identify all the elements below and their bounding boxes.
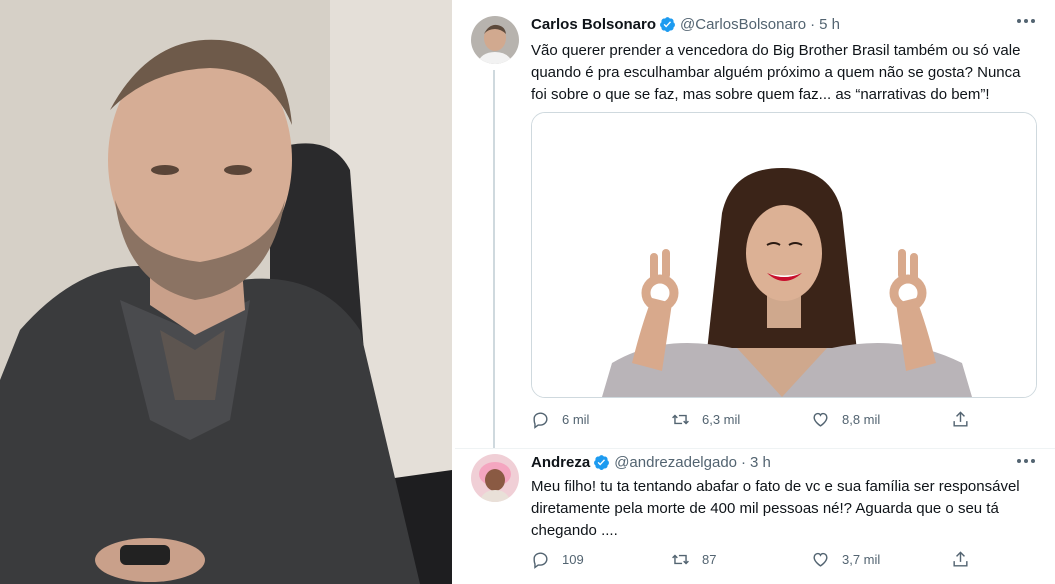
verified-badge-icon [659,16,676,33]
tweet-media-image[interactable] [531,112,1037,398]
tweet-feed: Carlos Bolsonaro @CarlosBolsonaro · 5 h … [455,0,1055,584]
like-count: 8,8 mil [842,412,881,427]
like-button[interactable]: 3,7 mil [811,550,901,569]
retweet-count: 6,3 mil [702,412,741,427]
tweet-time[interactable]: 3 h [750,454,771,471]
more-icon[interactable] [1015,14,1037,28]
retweet-icon [672,414,689,425]
tweet-actions: 109 87 3,7 mil [531,550,971,569]
verified-badge-icon [593,454,610,471]
reply-button[interactable]: 6 mil [531,410,621,429]
avatar-carlos-image [471,16,519,64]
retweet-icon [672,554,689,565]
thread-line [493,70,495,448]
retweet-button[interactable]: 87 [671,550,761,569]
author-name[interactable]: Carlos Bolsonaro [531,16,656,33]
tweet-header: Andreza @andrezadelgado · 3 h [531,454,771,471]
author-name[interactable]: Andreza [531,454,590,471]
separator-dot: · [741,454,747,471]
tweet-andreza[interactable]: Andreza @andrezadelgado · 3 h Meu filho!… [455,440,1055,584]
author-handle[interactable]: @CarlosBolsonaro [680,16,806,33]
tweet-time[interactable]: 5 h [819,16,840,33]
retweet-count: 87 [702,552,717,567]
share-button[interactable] [951,410,971,429]
reply-count: 109 [562,552,584,567]
photo-man-portrait [0,0,452,584]
retweet-button[interactable]: 6,3 mil [671,410,761,429]
tweet-text: Vão querer prender a vencedora do Big Br… [531,42,1021,103]
tweet-header: Carlos Bolsonaro @CarlosBolsonaro · 5 h [531,16,840,33]
reply-button[interactable]: 109 [531,550,621,569]
avatar-andreza-image [471,454,519,502]
avatar-andreza[interactable] [471,454,519,502]
heart-icon [813,552,828,567]
reply-count: 6 mil [562,412,590,427]
portrait-illustration [0,0,452,584]
share-button[interactable] [951,550,971,569]
author-handle[interactable]: @andrezadelgado [614,454,737,471]
like-count: 3,7 mil [842,552,881,567]
more-icon[interactable] [1015,454,1037,468]
avatar-carlos[interactable] [471,16,519,64]
heart-icon [813,412,828,427]
reply-icon [533,412,548,429]
like-button[interactable]: 8,8 mil [811,410,901,429]
tweet-text: Meu filho! tu ta tentando abafar o fato … [531,478,1020,539]
woman-ok-gesture-image [532,113,1036,397]
tweet-actions: 6 mil 6,3 mil 8,8 mil [531,410,971,429]
separator-dot: · [810,16,816,33]
tweet-carlos[interactable]: Carlos Bolsonaro @CarlosBolsonaro · 5 h … [455,0,1055,448]
share-icon [953,411,968,427]
share-icon [953,551,968,567]
reply-icon [533,552,548,569]
